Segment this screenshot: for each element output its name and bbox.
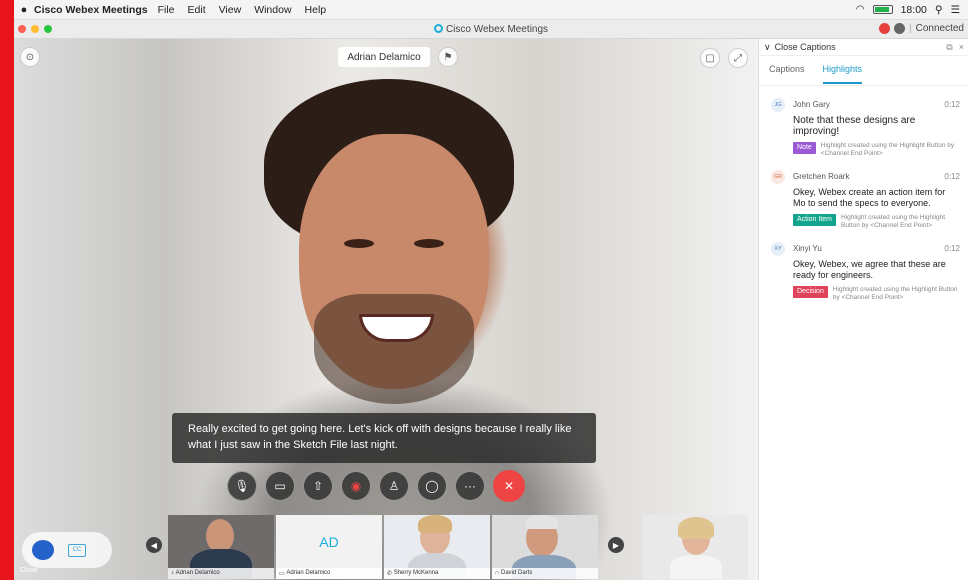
action-item-tag[interactable]: Action Item [793,214,837,226]
chat-icon: ◯ [425,479,439,493]
desktop: ● Cisco Webex Meetings File Edit View Wi… [14,0,968,580]
next-thumbnails-icon[interactable]: ▶ [608,537,624,553]
menu-view[interactable]: View [219,4,242,16]
participant-tile[interactable]: ∩ David Darts [492,515,598,579]
participant-hair [418,515,452,533]
highlight-text: Okey, Webex, we agree that these are rea… [793,259,946,280]
previous-thumbnails-icon[interactable]: ◀ [146,537,162,553]
participant-label: ∩ David Darts [492,568,598,579]
menu-bar: ● Cisco Webex Meetings File Edit View Wi… [14,0,968,20]
decision-tag[interactable]: Decision [793,286,828,298]
highlight-text: Note that these designs are improving! [793,115,916,137]
highlight-entry[interactable]: XY Xinyi Yu 0:12 Okey, Webex, we agree th… [759,230,968,302]
collapse-chevron-icon[interactable]: ∨ [764,42,771,53]
speaker-name: John Gary [793,100,830,109]
note-tag[interactable]: Note [793,142,816,154]
self-view-hair [678,517,714,539]
speaker-beard [314,294,474,404]
close-captions-panel: ∨ Close Captions ⧉ × Captions Highlights… [758,39,968,580]
menu-help[interactable]: Help [305,4,327,16]
clock[interactable]: 18:00 [901,4,927,16]
timestamp: 0:12 [944,172,960,181]
speaker-name: Gretchen Roark [793,172,850,181]
record-icon: ◉ [350,479,362,493]
webex-assistant-icon[interactable] [32,540,54,560]
menu-edit[interactable]: Edit [188,4,206,16]
assistant-label: Close [20,567,38,574]
camera-icon: ▭ [274,479,286,493]
participant-strip: ♪ Adrian Delamico AD ▭ Adrian Delamico ✆… [168,515,598,579]
timestamp: 0:12 [944,100,960,109]
close-icon: ✕ [503,479,515,493]
microphone-muted-icon: 🎙︎ [234,479,250,493]
menu-list-icon[interactable]: ☰ [951,4,960,16]
meeting-controls: 🎙︎ ▭ ⇧ ◉ ♙ ◯ ··· ✕ [227,470,525,502]
main-video[interactable]: ⊙ Adrian Delamico ⚑ ▢ ⤢ Really excited t… [14,39,758,580]
highlight-entry[interactable]: GR Gretchen Roark 0:12 Okey, Webex create… [759,158,968,230]
end-call-button[interactable]: ✕ [493,470,525,502]
expand-icon[interactable]: ⤢ [728,48,748,68]
pin-speaker-icon[interactable]: ⚑ [438,47,458,67]
live-caption: Really excited to get going here. Let's … [172,413,596,463]
avatar: GR [771,170,785,184]
avatar: XY [771,242,785,256]
timestamp: 0:12 [944,244,960,253]
participant-tile[interactable]: ✆ Sherry McKenna [384,515,490,579]
speaker-name: Xinyi Yu [793,244,822,253]
more-icon: ··· [464,479,476,493]
apple-icon[interactable]: ● [14,4,34,16]
app-menu[interactable]: Cisco Webex Meetings [34,4,148,16]
avatar: JG [771,98,785,112]
participant-initials: AD [319,534,339,550]
share-icon: ⇧ [312,479,324,493]
recording-indicator-icon[interactable] [879,23,891,34]
window-title: Cisco Webex Meetings [445,24,549,35]
popout-icon[interactable]: ⧉ [946,42,952,53]
menu-window[interactable]: Window [254,4,291,16]
layout-icon[interactable]: ▢ [700,48,720,68]
window-titlebar: Cisco Webex Meetings | Connected [14,20,968,39]
highlight-description: Highlight created using the Highlight Bu… [841,214,946,229]
self-view-tile[interactable] [642,515,748,579]
tab-highlights[interactable]: Highlights [822,64,863,84]
spotlight-search-icon[interactable]: ⚲ [935,4,943,16]
battery-icon[interactable] [872,5,893,14]
connection-status: Connected [915,23,964,34]
settings-icon[interactable]: ⊙ [20,47,40,67]
speaker-eye-right [414,239,444,248]
phone-icon: ✆ [387,571,394,577]
panel-title: Close Captions [774,42,836,52]
participants-icon: ♙ [388,479,400,493]
participant-label: ▭ Adrian Delamico [276,568,382,579]
participants-button[interactable]: ♙ [379,471,409,501]
highlight-description: Highlight created using the Highlight Bu… [820,142,955,157]
record-button[interactable]: ◉ [341,471,371,501]
assistant-dock: CC [22,532,112,568]
webex-logo-icon [433,24,443,33]
highlight-description: Highlight created using the Highlight Bu… [832,286,958,301]
share-button[interactable]: ⇧ [303,471,333,501]
mute-button[interactable]: 🎙︎ [227,471,257,501]
participant-label: ♪ Adrian Delamico [168,568,274,579]
more-options-button[interactable]: ··· [455,471,485,501]
video-button[interactable]: ▭ [265,471,295,501]
participant-tile[interactable]: ♪ Adrian Delamico [168,515,274,579]
participant-avatar [206,519,234,553]
tab-captions[interactable]: Captions [769,64,805,85]
participant-hair [526,515,558,529]
speaker-eye-left [344,239,374,248]
highlight-text: Okey, Webex create an action item for Mo… [793,187,946,208]
self-view-body [670,555,722,579]
info-icon[interactable] [894,23,906,34]
wifi-icon[interactable]: ◠ [856,4,865,15]
closed-captions-icon[interactable]: CC [68,543,86,557]
active-speaker-name: Adrian Delamico [338,47,430,67]
close-panel-icon[interactable]: × [959,42,964,52]
participant-label: ✆ Sherry McKenna [384,568,490,579]
menu-file[interactable]: File [158,4,175,16]
highlight-entry[interactable]: JG John Gary 0:12 Note that these designs… [759,86,968,158]
chat-button[interactable]: ◯ [417,471,447,501]
participant-tile[interactable]: AD ▭ Adrian Delamico [276,515,382,579]
